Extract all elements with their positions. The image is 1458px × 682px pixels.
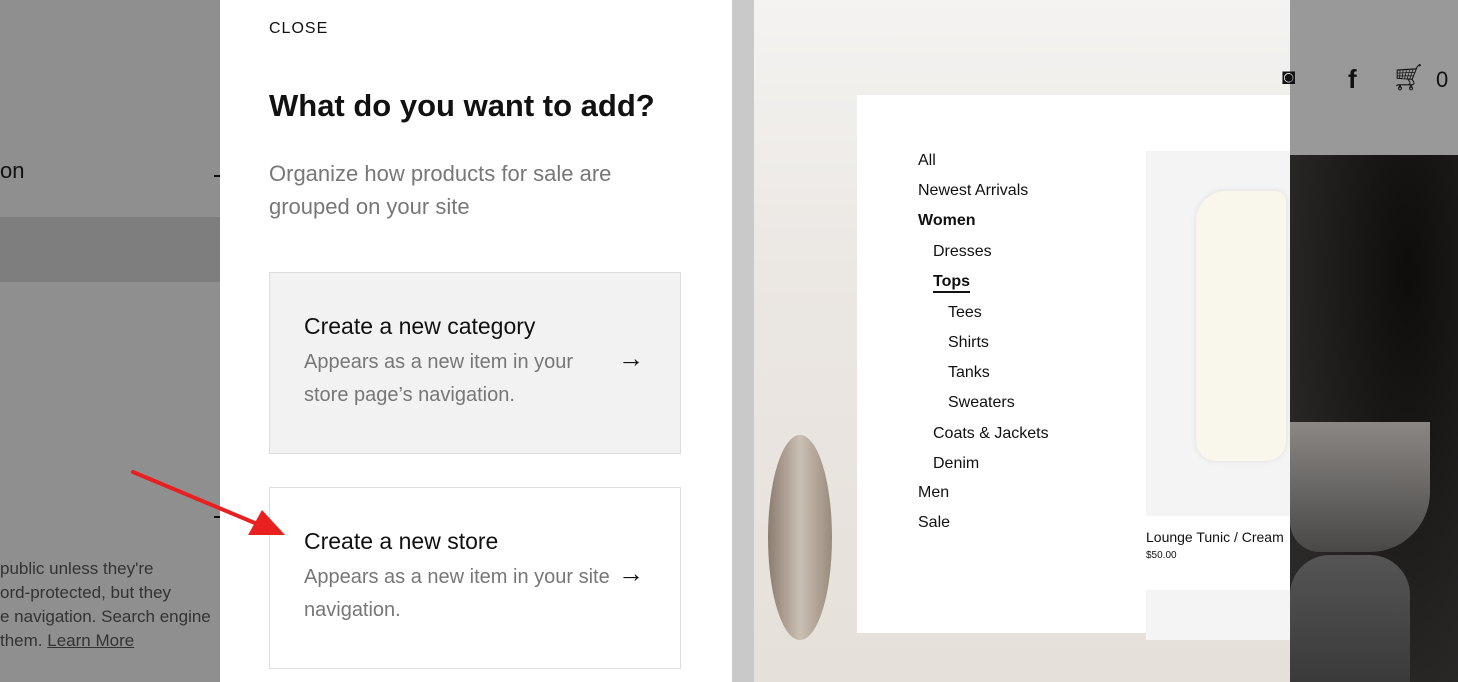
learn-more-link[interactable]: Learn More <box>47 631 134 650</box>
arrow-right-icon: → <box>618 558 644 588</box>
background-description: public unless they're ord-protected, but… <box>0 557 222 653</box>
nav-dresses: Dresses <box>933 243 992 260</box>
nav-coats: Coats & Jackets <box>933 425 1049 442</box>
create-category-option[interactable]: Create a new category Appears as a new i… <box>269 272 681 454</box>
product-image <box>1146 151 1290 516</box>
background-band <box>0 217 220 282</box>
option-title: Create a new store <box>304 528 499 554</box>
divider <box>732 0 754 682</box>
product-image <box>1146 590 1290 640</box>
nav-tanks: Tanks <box>948 364 990 381</box>
create-store-option[interactable]: Create a new store Appears as a new item… <box>269 487 681 669</box>
nav-tops: Tops <box>933 273 971 293</box>
option-description: Appears as a new item in your store page… <box>304 351 574 406</box>
bowl-base-image <box>1290 555 1410 682</box>
nav-shirts: Shirts <box>948 334 989 351</box>
nav-denim: Denim <box>933 455 980 472</box>
nav-newest: Newest Arrivals <box>918 182 1029 199</box>
nav-women: Women <box>918 212 976 229</box>
desc-line: ord-protected, but they <box>0 583 172 602</box>
arrow-right-icon: → <box>618 343 644 373</box>
close-button[interactable]: CLOSE <box>269 20 328 38</box>
product-price: $50.00 <box>1146 550 1177 561</box>
store-preview: All Newest Arrivals Women Dresses Tops T… <box>754 0 1290 682</box>
product-name: Lounge Tunic / Cream <box>1146 529 1284 545</box>
option-description: Appears as a new item in your site navig… <box>304 566 610 621</box>
nav-tees: Tees <box>948 304 982 321</box>
cart-icon[interactable]: 🛒︎ <box>1392 62 1425 93</box>
preview-store-card: All Newest Arrivals Women Dresses Tops T… <box>857 95 1290 640</box>
desc-line: e navigation. Search engine <box>0 607 211 626</box>
cart-count: 0 <box>1436 67 1449 92</box>
instagram-icon[interactable]: ◙ <box>1282 64 1295 90</box>
add-dialog: CLOSE What do you want to add? Organize … <box>220 0 732 682</box>
dialog-title: What do you want to add? <box>269 88 655 123</box>
site-background: ◙ f 🛒︎ 0 <box>1282 0 1458 682</box>
option-title: Create a new category <box>304 313 536 339</box>
desc-line: public unless they're <box>0 559 154 578</box>
nav-sale: Sale <box>918 514 951 531</box>
background-section-title: on <box>0 158 25 183</box>
nav-all: All <box>918 152 936 169</box>
desc-line: them. <box>0 631 43 650</box>
nav-men: Men <box>918 484 950 501</box>
bowl-image <box>1290 422 1430 552</box>
shirt-image <box>1196 191 1286 461</box>
facebook-icon[interactable]: f <box>1348 64 1357 95</box>
site-header: ◙ f 🛒︎ 0 <box>1282 0 1458 155</box>
dialog-subtitle: Organize how products for sale are group… <box>269 161 612 219</box>
stone-image <box>768 435 832 640</box>
nav-sweaters: Sweaters <box>948 394 1015 411</box>
